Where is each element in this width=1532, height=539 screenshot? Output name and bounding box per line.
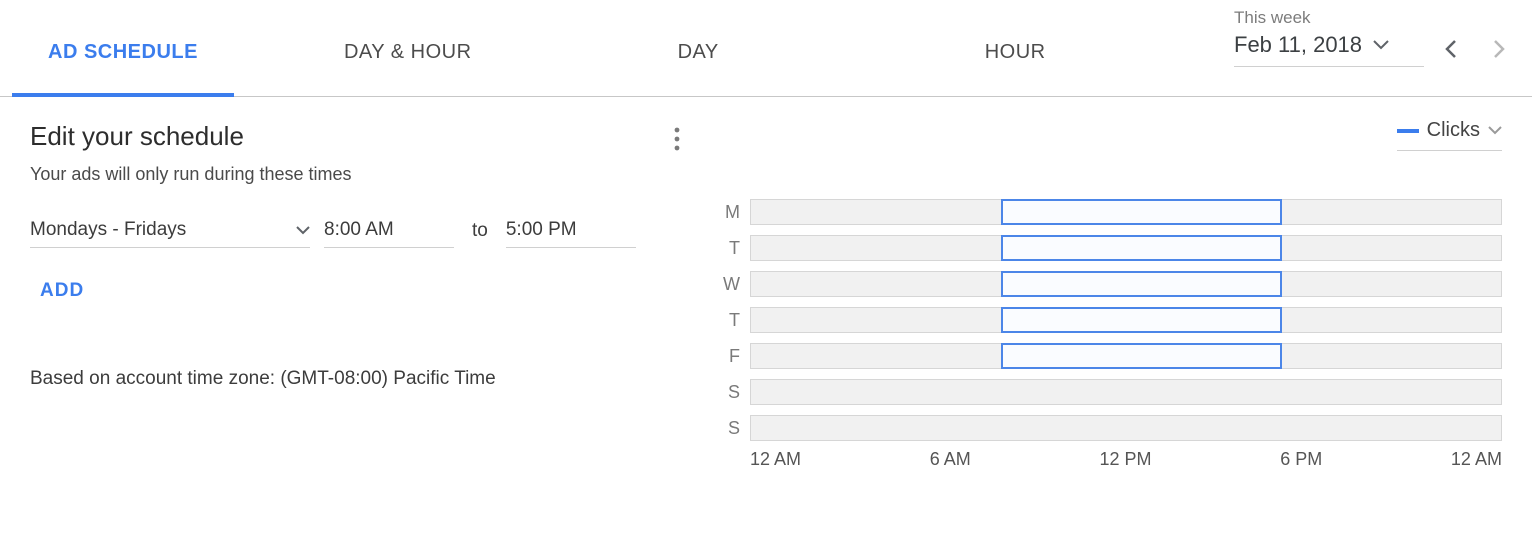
- day-label: S: [720, 382, 750, 403]
- metric-color-swatch: [1397, 129, 1419, 133]
- start-time-input[interactable]: 8:00 AM: [324, 213, 454, 248]
- time-range-separator: to: [468, 214, 492, 248]
- schedule-grid-axis: 12 AM 6 AM 12 PM 6 PM 12 AM: [750, 449, 1502, 470]
- axis-tick: 12 PM: [1099, 449, 1151, 470]
- schedule-day-row: F: [720, 341, 1502, 371]
- schedule-day-row: T: [720, 305, 1502, 335]
- tab-day-and-hour[interactable]: DAY & HOUR: [326, 41, 490, 96]
- axis-tick: 6 PM: [1280, 449, 1322, 470]
- tabs-row: AD SCHEDULE DAY & HOUR DAY HOUR This wee…: [0, 0, 1532, 97]
- schedule-day-row: S: [720, 377, 1502, 407]
- active-tab-underline: [12, 93, 234, 97]
- chart-metric-picker[interactable]: Clicks: [1397, 119, 1502, 151]
- caret-down-icon: [1488, 126, 1502, 135]
- day-track[interactable]: [750, 307, 1502, 333]
- add-schedule-button[interactable]: ADD: [30, 274, 94, 308]
- schedule-grid: MTWTFSS: [720, 197, 1502, 443]
- tab-ad-schedule[interactable]: AD SCHEDULE: [30, 41, 216, 96]
- tab-day[interactable]: DAY: [660, 41, 737, 96]
- date-range-dropdown[interactable]: This week Feb 11, 2018: [1234, 8, 1424, 67]
- days-select[interactable]: Mondays - Fridays: [30, 213, 310, 248]
- day-track[interactable]: [750, 199, 1502, 225]
- day-label: W: [720, 274, 750, 295]
- metric-label: Clicks: [1427, 119, 1480, 142]
- day-track[interactable]: [750, 271, 1502, 297]
- date-range-picker: This week Feb 11, 2018: [1234, 8, 1512, 67]
- scheduled-slot[interactable]: [1001, 307, 1282, 333]
- scheduled-slot[interactable]: [1001, 271, 1282, 297]
- day-track[interactable]: [750, 343, 1502, 369]
- day-label: M: [720, 202, 750, 223]
- day-label: S: [720, 418, 750, 439]
- scheduled-slot[interactable]: [1001, 235, 1282, 261]
- edit-schedule-heading: Edit your schedule: [30, 121, 690, 152]
- schedule-day-row: T: [720, 233, 1502, 263]
- timezone-note: Based on account time zone: (GMT-08:00) …: [30, 368, 690, 390]
- date-range-value: Feb 11, 2018: [1234, 32, 1362, 58]
- scheduled-slot[interactable]: [1001, 199, 1282, 225]
- start-time-value: 8:00 AM: [324, 219, 394, 241]
- date-range-period: This week: [1234, 8, 1424, 28]
- scheduled-slot[interactable]: [1001, 343, 1282, 369]
- days-select-value: Mondays - Fridays: [30, 219, 186, 241]
- axis-tick: 12 AM: [750, 449, 801, 470]
- edit-schedule-subheading: Your ads will only run during these time…: [30, 164, 690, 185]
- day-track[interactable]: [750, 415, 1502, 441]
- schedule-day-row: S: [720, 413, 1502, 443]
- schedule-rule-row: Mondays - Fridays 8:00 AM to 5:00 PM: [30, 213, 690, 248]
- schedule-day-row: W: [720, 269, 1502, 299]
- caret-down-icon: [1368, 32, 1394, 58]
- day-label: F: [720, 346, 750, 367]
- day-track[interactable]: [750, 235, 1502, 261]
- end-time-value: 5:00 PM: [506, 219, 577, 241]
- day-label: T: [720, 238, 750, 259]
- next-period-button[interactable]: [1486, 36, 1512, 62]
- vertical-dots-icon: [674, 127, 680, 151]
- schedule-day-row: M: [720, 197, 1502, 227]
- day-label: T: [720, 310, 750, 331]
- axis-tick: 12 AM: [1451, 449, 1502, 470]
- axis-tick: 6 AM: [930, 449, 971, 470]
- day-track[interactable]: [750, 379, 1502, 405]
- more-options-button[interactable]: [674, 127, 680, 151]
- prev-period-button[interactable]: [1438, 36, 1464, 62]
- tab-hour[interactable]: HOUR: [967, 41, 1064, 96]
- caret-down-icon: [296, 226, 310, 235]
- end-time-input[interactable]: 5:00 PM: [506, 213, 636, 248]
